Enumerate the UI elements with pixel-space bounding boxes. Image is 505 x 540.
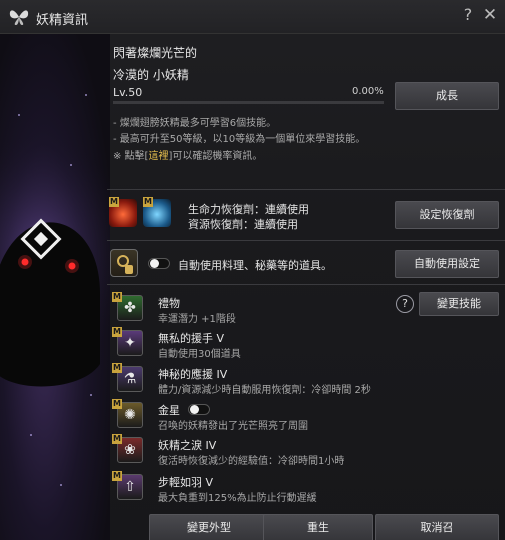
note-suffix: ]可以確認機率資訊。: [168, 151, 263, 162]
exp-bar: [113, 101, 384, 104]
divider: [107, 284, 505, 285]
skill-badge: M: [112, 363, 122, 373]
fairy-illustration: [0, 134, 110, 387]
skill-name: 步輕如羽 V: [158, 476, 214, 489]
potion-badge: M: [143, 197, 153, 207]
skill-help-icon[interactable]: ?: [396, 295, 414, 313]
grow-button[interactable]: 成長: [395, 82, 499, 110]
auto-use-settings-button[interactable]: 自動使用設定: [395, 250, 499, 278]
skill-badge: M: [112, 434, 122, 444]
change-skill-button[interactable]: 變更技能: [419, 292, 499, 316]
skill-desc: 最大負重到125%為止防止行動遲緩: [158, 493, 317, 504]
auto-use-toggle[interactable]: [148, 258, 170, 269]
note-skill-count: - 燦爛翅膀妖精最多可學習6個技能。: [113, 118, 277, 129]
skill-desc: 體力/資源減少時自動服用恢復劑：冷卻時間 2秒: [158, 385, 371, 396]
title-bar[interactable]: 妖精資訊 ? ✕: [0, 0, 505, 34]
skill-name: 金星: [158, 404, 180, 417]
skill-name: 神秘的應援 IV: [158, 368, 228, 381]
venus-glow-toggle[interactable]: [188, 404, 210, 415]
divider: [107, 240, 505, 241]
note-prefix: ※ 點擊[: [113, 151, 149, 162]
note-probability: ※ 點擊[這裡]可以確認機率資訊。: [113, 147, 262, 162]
note-level-cap: - 最高可升至50等級，以10等級為一個單位來學習技能。: [113, 134, 366, 145]
fairy-level: Lv.50: [113, 86, 143, 99]
help-button[interactable]: ?: [459, 5, 477, 27]
fairy-info-window: 妖精資訊 ? ✕ 閃著燦爛光芒的 冷漠的 小妖精 Lv.50 0.00% 成長 …: [0, 0, 505, 540]
auto-use-label: 自動使用料理、秘藥等的道具。: [178, 259, 332, 272]
window-title: 妖精資訊: [36, 13, 89, 28]
fairy-portrait: [0, 34, 110, 540]
skill-name: 妖精之淚 IV: [158, 439, 217, 452]
hp-potion-label: 生命力恢復劑：連續使用: [188, 203, 309, 216]
auto-use-gear-icon: [110, 249, 138, 277]
potion-badge: M: [109, 197, 119, 207]
skill-desc: 召喚的妖精發出了光芒照亮了周圍: [158, 421, 308, 432]
fairy-name: 冷漠的 小妖精: [113, 68, 189, 82]
close-button[interactable]: ✕: [480, 5, 500, 27]
mp-potion-label: 資源恢復劑：連續使用: [188, 218, 298, 231]
rebirth-button[interactable]: 重生: [263, 514, 373, 540]
cancel-summon-button[interactable]: 取消召: [375, 514, 499, 540]
skill-name: 禮物: [158, 297, 180, 310]
skill-desc: 幸運潛力 +1階段: [158, 314, 236, 325]
fairy-title: 閃著燦爛光芒的: [113, 46, 198, 60]
skill-desc: 自動使用30個道具: [158, 349, 241, 360]
skill-name: 無私的援手 V: [158, 332, 225, 345]
skill-badge: M: [112, 399, 122, 409]
skill-badge: M: [112, 471, 122, 481]
skill-badge: M: [112, 327, 122, 337]
change-look-button[interactable]: 變更外型: [149, 514, 269, 540]
divider: [107, 189, 505, 190]
probability-link[interactable]: 這裡: [148, 151, 168, 162]
set-potion-button[interactable]: 設定恢復劑: [395, 201, 499, 229]
exp-percent: 0.00%: [352, 86, 384, 97]
butterfly-icon: [9, 10, 29, 25]
skill-desc: 復活時恢復減少的經驗值：冷卻時間1小時: [158, 456, 345, 467]
skill-badge: M: [112, 292, 122, 302]
